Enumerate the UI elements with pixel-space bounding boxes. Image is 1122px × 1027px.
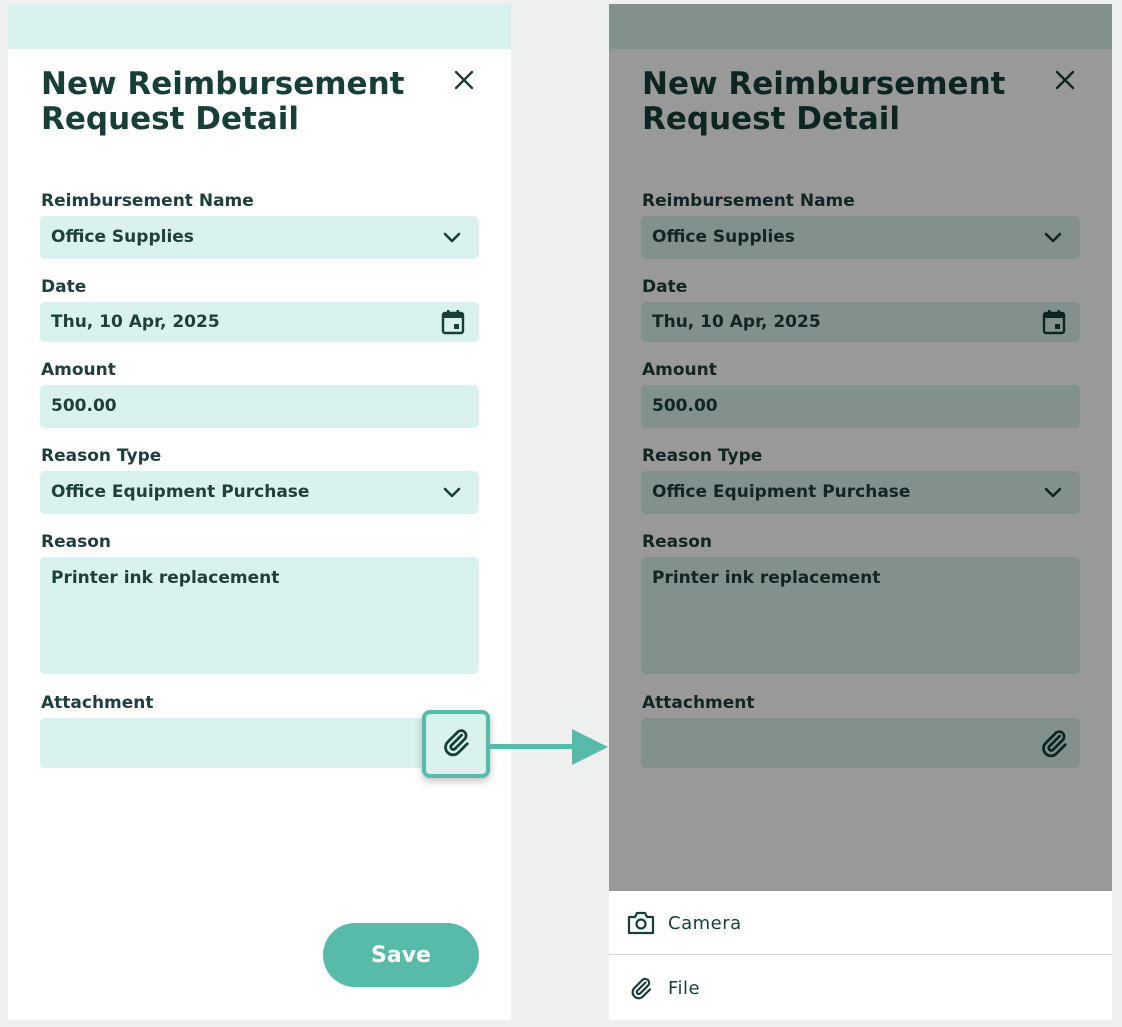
save-button[interactable]: Save — [323, 923, 479, 987]
status-bar — [8, 4, 511, 49]
reimbursement-name-label: Reimbursement Name — [41, 191, 254, 211]
arrow-right-icon — [488, 726, 610, 772]
paperclip-icon — [627, 974, 655, 1002]
close-icon — [454, 70, 474, 94]
amount-value: 500.00 — [51, 396, 117, 416]
date-label: Date — [41, 277, 87, 297]
form-screen: New Reimbursement Request Detail Reimbur… — [8, 4, 511, 1020]
divider — [609, 954, 1112, 955]
reason-textarea[interactable]: Printer ink replacement — [40, 557, 479, 674]
page-title: New Reimbursement Request Detail — [41, 67, 421, 137]
attachment-label: Attachment — [41, 693, 154, 713]
close-button[interactable] — [450, 68, 478, 96]
chevron-down-icon — [442, 483, 462, 503]
paperclip-icon — [441, 727, 471, 761]
page-title-line-2: Request Detail — [41, 101, 299, 137]
sheet-item-file[interactable]: File — [609, 956, 1112, 1020]
sheet-item-camera-label: Camera — [668, 912, 742, 934]
reimbursement-name-select[interactable]: Office Supplies — [40, 216, 479, 259]
attach-button-highlighted[interactable] — [422, 710, 490, 778]
amount-input[interactable]: 500.00 — [40, 385, 479, 428]
sheet-item-file-label: File — [668, 977, 701, 999]
date-value: Thu, 10 Apr, 2025 — [51, 312, 220, 332]
page-title-line-1: New Reimbursement — [41, 66, 405, 102]
attachment-field[interactable] — [40, 718, 479, 768]
reason-type-value: Office Equipment Purchase — [51, 482, 310, 502]
reason-type-label: Reason Type — [41, 446, 162, 466]
reimbursement-name-value: Office Supplies — [51, 227, 194, 247]
camera-icon — [627, 909, 655, 937]
amount-label: Amount — [41, 360, 116, 380]
reason-value: Printer ink replacement — [51, 568, 280, 588]
reason-label: Reason — [41, 532, 111, 552]
chevron-down-icon — [442, 228, 462, 248]
calendar-icon[interactable] — [440, 308, 466, 336]
form-screen-with-attachment-sheet: New Reimbursement Request Detail Reimbur… — [609, 4, 1112, 1020]
attachment-source-sheet: Camera File — [609, 891, 1112, 1020]
reason-type-select[interactable]: Office Equipment Purchase — [40, 471, 479, 514]
date-field[interactable]: Thu, 10 Apr, 2025 — [40, 302, 479, 342]
sheet-item-camera[interactable]: Camera — [609, 891, 1112, 955]
modal-overlay[interactable] — [609, 4, 1112, 891]
